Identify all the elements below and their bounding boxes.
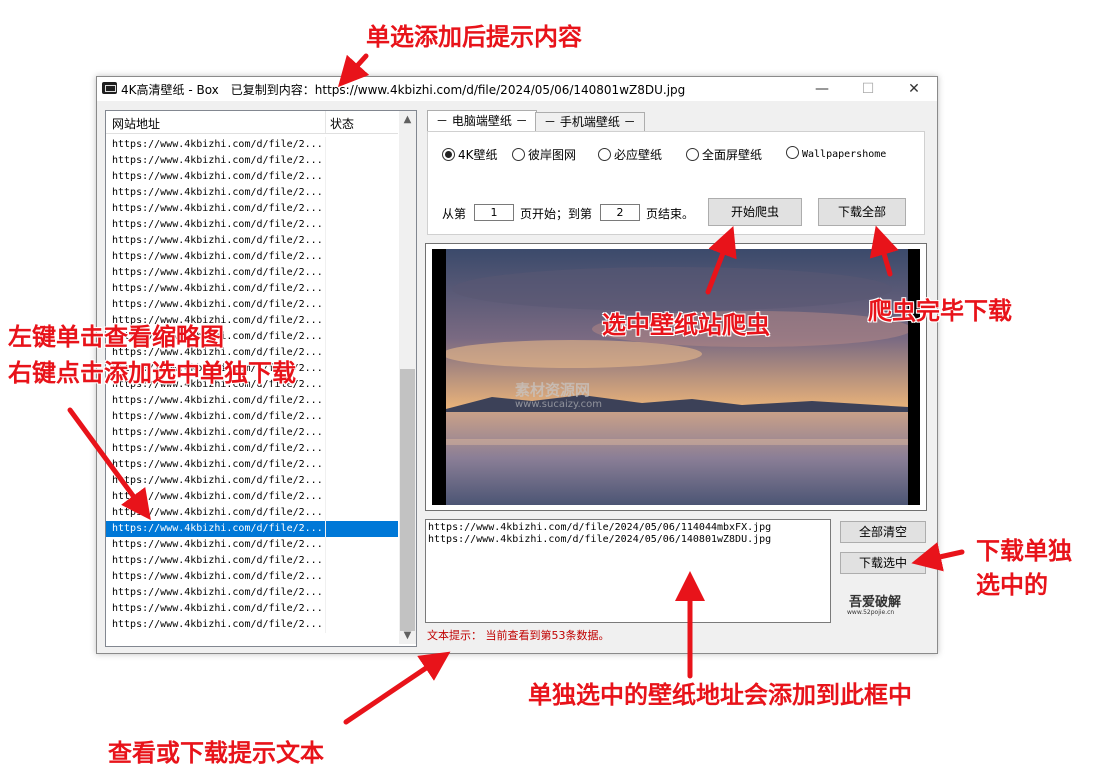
- arrow-bottom: [343, 651, 451, 725]
- arrow-crawl: [705, 225, 737, 295]
- arrow-left: [67, 407, 151, 521]
- arrow-download-selected: [911, 542, 965, 572]
- arrow-download: [869, 225, 899, 277]
- annotation-arrows: [67, 53, 965, 725]
- arrow-top: [337, 53, 370, 88]
